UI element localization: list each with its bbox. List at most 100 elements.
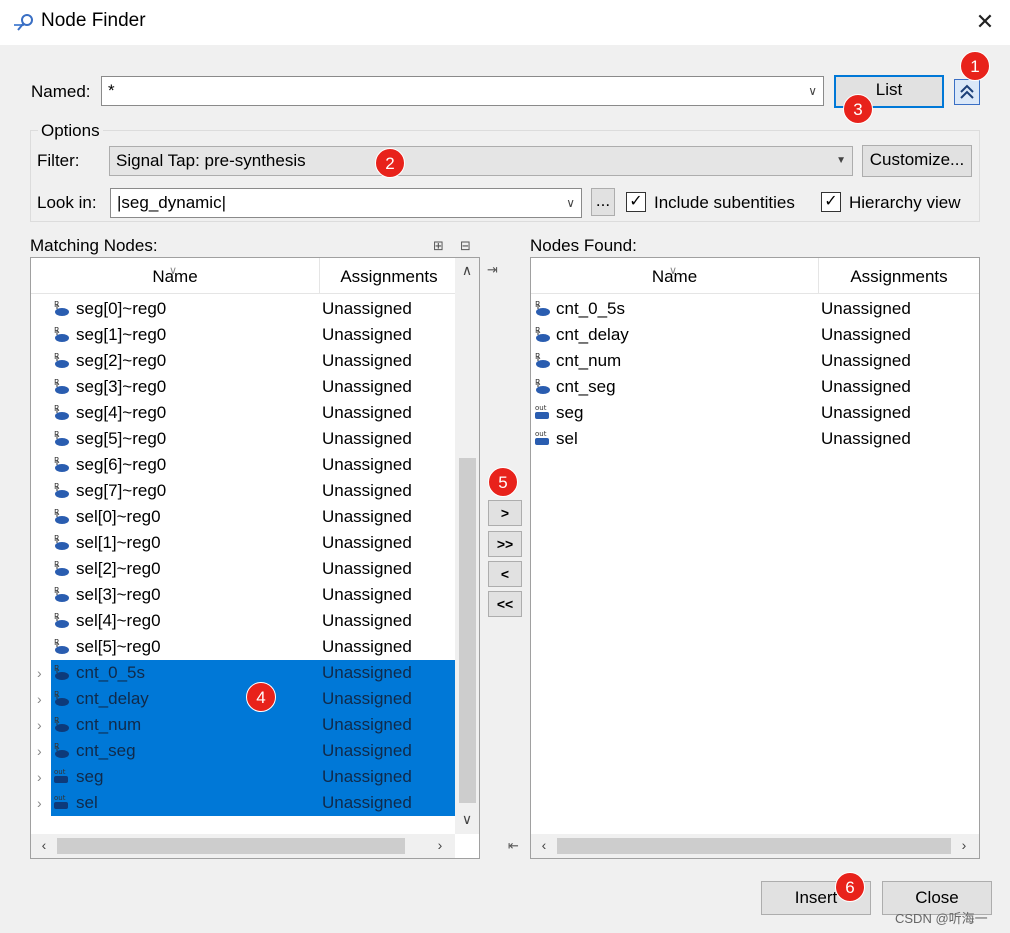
add-selected-button[interactable]: > (488, 500, 522, 526)
list-item[interactable]: Rseg[4]~reg0 Unassigned (51, 400, 455, 426)
list-item[interactable]: Rcnt_num Unassigned (531, 348, 979, 374)
list-item[interactable]: › Rcnt_0_5s Unassigned (37, 660, 455, 686)
node-assignment: Unassigned (322, 429, 412, 448)
list-item[interactable]: › out sel Unassigned (37, 790, 455, 816)
list-item[interactable]: out sel Unassigned (531, 426, 979, 452)
scroll-thumb[interactable] (57, 838, 405, 854)
register-icon: R (53, 689, 71, 709)
chevron-down-icon[interactable]: ∨ (808, 77, 817, 105)
list-item[interactable]: Rcnt_seg Unassigned (531, 374, 979, 400)
list-item[interactable]: Rseg[2]~reg0 Unassigned (51, 348, 455, 374)
remove-selected-button[interactable]: < (488, 561, 522, 587)
expand-chevron-icon[interactable]: › (37, 738, 42, 764)
node-name: sel[0]~reg0 (76, 507, 161, 526)
named-combobox[interactable]: * ∨ (101, 76, 824, 106)
list-item[interactable]: › out seg Unassigned (37, 764, 455, 790)
register-icon: R (53, 351, 71, 371)
hierarchy-view-label: Hierarchy view (849, 193, 961, 212)
list-item[interactable]: Rseg[0]~reg0 Unassigned (51, 296, 455, 322)
filter-label: Filter: (37, 151, 80, 170)
auto-add-icon[interactable]: ⇥ (487, 262, 498, 278)
found-col-name[interactable]: ∨ Name (531, 258, 818, 294)
node-name: sel[5]~reg0 (76, 637, 161, 656)
found-horizontal-scrollbar[interactable]: ‹ › (531, 834, 979, 858)
annotation-badge-2: 2 (375, 148, 405, 178)
scroll-right-icon[interactable]: › (431, 837, 449, 853)
annotation-badge-4: 4 (246, 682, 276, 712)
scroll-thumb[interactable] (459, 458, 476, 803)
title-bar (0, 0, 1010, 45)
node-assignment: Unassigned (322, 299, 412, 318)
node-name: seg[6]~reg0 (76, 455, 167, 474)
node-assignment: Unassigned (821, 403, 911, 422)
include-subentities-checkbox[interactable]: ✓ (626, 192, 646, 212)
lookin-combobox[interactable]: |seg_dynamic| ∨ (110, 188, 582, 218)
scroll-left-icon[interactable]: ‹ (535, 837, 553, 853)
scroll-left-icon[interactable]: ‹ (35, 837, 53, 853)
add-all-button[interactable]: >> (488, 531, 522, 557)
node-name: sel (556, 429, 578, 448)
output-pin-icon: out (53, 767, 71, 787)
node-assignment: Unassigned (821, 299, 911, 318)
auto-remove-icon[interactable]: ⇤ (508, 838, 519, 854)
dropdown-arrow-icon[interactable]: ▼ (836, 147, 846, 175)
matching-col-assignments[interactable]: Assignments (320, 258, 458, 294)
register-icon: R (53, 611, 71, 631)
expand-all-icon[interactable]: ⊞ (433, 238, 444, 254)
remove-all-button[interactable]: << (488, 591, 522, 617)
list-item[interactable]: Rseg[5]~reg0 Unassigned (51, 426, 455, 452)
nodes-found-list[interactable]: ∨ Name Assignments Rcnt_0_5sUnassignedRc… (530, 257, 980, 859)
matching-vertical-scrollbar[interactable]: ∧ ∨ (455, 258, 479, 834)
scroll-thumb[interactable] (557, 838, 951, 854)
found-header: ∨ Name Assignments (531, 258, 979, 294)
register-icon: R (534, 299, 552, 319)
node-name: sel (76, 793, 98, 812)
list-item[interactable]: Rsel[4]~reg0 Unassigned (51, 608, 455, 634)
window-close-icon[interactable]: ✕ (968, 6, 1002, 38)
scroll-down-icon[interactable]: ∨ (455, 811, 479, 828)
list-item[interactable]: Rseg[6]~reg0 Unassigned (51, 452, 455, 478)
expand-chevron-icon[interactable]: › (37, 660, 42, 686)
node-assignment: Unassigned (322, 533, 412, 552)
node-name: sel[2]~reg0 (76, 559, 161, 578)
found-col-assignments[interactable]: Assignments (819, 258, 979, 294)
list-item[interactable]: Rseg[3]~reg0 Unassigned (51, 374, 455, 400)
expand-chevron-icon[interactable]: › (37, 686, 42, 712)
matching-header: ∨ Name Assignments (31, 258, 456, 294)
scroll-up-icon[interactable]: ∧ (455, 262, 479, 279)
expand-chevron-icon[interactable]: › (37, 790, 42, 816)
list-item[interactable]: Rsel[2]~reg0 Unassigned (51, 556, 455, 582)
output-pin-icon: out (534, 403, 552, 423)
list-item[interactable]: › Rcnt_seg Unassigned (37, 738, 455, 764)
chevron-down-icon[interactable]: ∨ (566, 189, 575, 217)
nodes-found-title: Nodes Found: (530, 236, 637, 255)
filter-select[interactable]: Signal Tap: pre-synthesis ▼ (109, 146, 853, 176)
expand-chevron-icon[interactable]: › (37, 764, 42, 790)
list-item[interactable]: Rcnt_delay Unassigned (531, 322, 979, 348)
list-item[interactable]: Rsel[0]~reg0 Unassigned (51, 504, 455, 530)
list-item[interactable]: out seg Unassigned (531, 400, 979, 426)
browse-button[interactable]: ... (591, 188, 615, 216)
node-assignment: Unassigned (322, 793, 412, 812)
node-name: cnt_delay (76, 689, 149, 708)
customize-button[interactable]: Customize... (862, 145, 972, 177)
list-item[interactable]: Rseg[7]~reg0 Unassigned (51, 478, 455, 504)
collapse-all-icon[interactable]: ⊟ (460, 238, 471, 254)
register-icon: R (53, 533, 71, 553)
matching-nodes-list[interactable]: ∨ Name Assignments Rseg[0]~reg0 Unassigne… (30, 257, 480, 859)
list-item[interactable]: Rseg[1]~reg0 Unassigned (51, 322, 455, 348)
matching-horizontal-scrollbar[interactable]: ‹ › (31, 834, 455, 858)
expand-chevron-icon[interactable]: › (37, 712, 42, 738)
scroll-right-icon[interactable]: › (955, 837, 973, 853)
node-name: cnt_0_5s (76, 663, 145, 682)
node-name: seg[4]~reg0 (76, 403, 167, 422)
list-item[interactable]: Rsel[1]~reg0 Unassigned (51, 530, 455, 556)
list-item[interactable]: Rcnt_0_5s Unassigned (531, 296, 979, 322)
list-item[interactable]: › Rcnt_num Unassigned (37, 712, 455, 738)
matching-col-name[interactable]: ∨ Name (31, 258, 319, 294)
register-icon: R (53, 637, 71, 657)
collapse-options-button[interactable] (954, 79, 980, 105)
list-item[interactable]: Rsel[3]~reg0 Unassigned (51, 582, 455, 608)
list-item[interactable]: Rsel[5]~reg0 Unassigned (51, 634, 455, 660)
hierarchy-view-checkbox[interactable]: ✓ (821, 192, 841, 212)
